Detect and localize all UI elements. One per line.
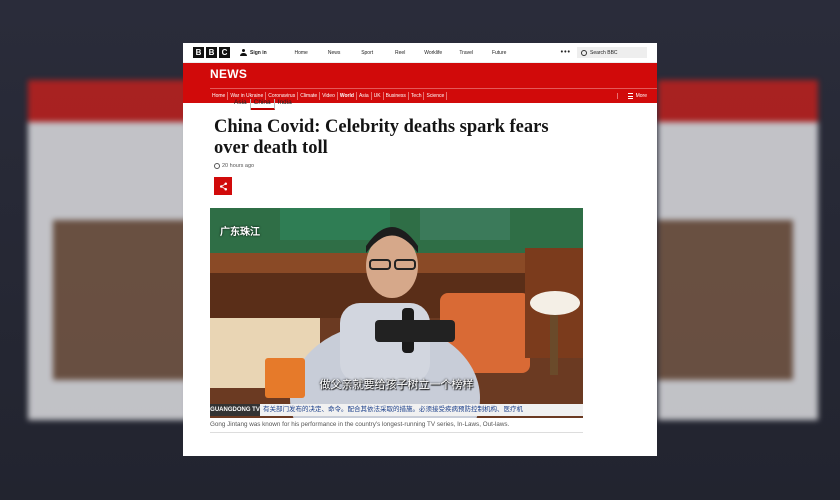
nav-future[interactable]: Future: [483, 50, 516, 56]
subnav-tech[interactable]: Tech: [409, 92, 425, 100]
breadcrumb-india[interactable]: India: [275, 99, 295, 110]
nav-worklife[interactable]: Worklife: [417, 50, 450, 56]
channel-logo: 广东珠江: [220, 227, 260, 238]
nav-news[interactable]: News: [318, 50, 351, 56]
video-subtitle: 做父亲就要给孩子树立一个榜样: [319, 379, 474, 391]
breadcrumb-china[interactable]: China: [250, 99, 275, 110]
share-icon: [219, 182, 227, 190]
subnav-business[interactable]: Business: [384, 92, 409, 100]
subnav-home[interactable]: Home: [210, 92, 229, 100]
more-menu-button[interactable]: •••: [561, 49, 571, 56]
nav-travel[interactable]: Travel: [450, 50, 483, 56]
news-banner: NEWS Home War in Ukraine Coronavirus Cli…: [183, 63, 657, 103]
timestamp-text: 20 hours ago: [222, 163, 255, 169]
search-icon: [581, 49, 587, 56]
user-icon: [240, 49, 247, 56]
bbc-logo[interactable]: B B C: [193, 47, 230, 58]
ticker-text: 有关部门发布的决定、命令。配合其依法采取的措施。必须接受疾病预防控制机构、医疗机: [260, 404, 583, 416]
nav-home[interactable]: Home: [285, 50, 318, 56]
subnav-climate[interactable]: Climate: [298, 92, 321, 100]
search-box[interactable]: Search BBC: [577, 47, 647, 58]
more-label: More: [635, 93, 647, 99]
logo-letter: B: [193, 47, 204, 58]
bbc-top-bar: B B C Sign in Home News Sport Reel Workl…: [183, 43, 657, 63]
share-button[interactable]: [214, 177, 232, 195]
logo-letter: C: [219, 47, 230, 58]
ticker-channel-label: GUANGDONG TV: [210, 404, 260, 416]
subnav-asia[interactable]: Asia: [357, 92, 372, 100]
nav-reel[interactable]: Reel: [384, 50, 417, 56]
subnav-world[interactable]: World: [338, 92, 357, 100]
signin-link[interactable]: Sign in: [240, 49, 267, 56]
clock-icon: [214, 163, 220, 169]
search-label: Search BBC: [590, 49, 618, 56]
article-headline: China Covid: Celebrity deaths spark fear…: [214, 117, 549, 158]
subnav-uk[interactable]: UK: [372, 92, 384, 100]
blurred-page-right: [658, 80, 818, 420]
top-nav: Home News Sport Reel Worklife Travel Fut…: [285, 50, 555, 56]
news-title[interactable]: NEWS: [210, 67, 247, 81]
subnav-science[interactable]: Science: [424, 92, 448, 100]
hamburger-icon: [627, 93, 633, 99]
video-still[interactable]: 广东珠江 做父亲就要给孩子树立一个榜样 GUANGDONG TV 有关部门发布的…: [210, 208, 583, 418]
blurred-page-left: [28, 80, 188, 420]
article-timestamp: 20 hours ago: [214, 163, 254, 169]
nav-sport[interactable]: Sport: [351, 50, 384, 56]
article-page: B B C Sign in Home News Sport Reel Workl…: [183, 43, 657, 456]
image-caption: Gong Jintang was known for his performan…: [210, 421, 583, 433]
subnav-more-button[interactable]: More: [616, 93, 657, 99]
logo-letter: B: [206, 47, 217, 58]
signin-label: Sign in: [250, 49, 267, 56]
subnav-video[interactable]: Video: [320, 92, 338, 100]
breadcrumb-asia[interactable]: Asia: [231, 99, 251, 110]
breadcrumb: Asia China India: [231, 99, 295, 110]
